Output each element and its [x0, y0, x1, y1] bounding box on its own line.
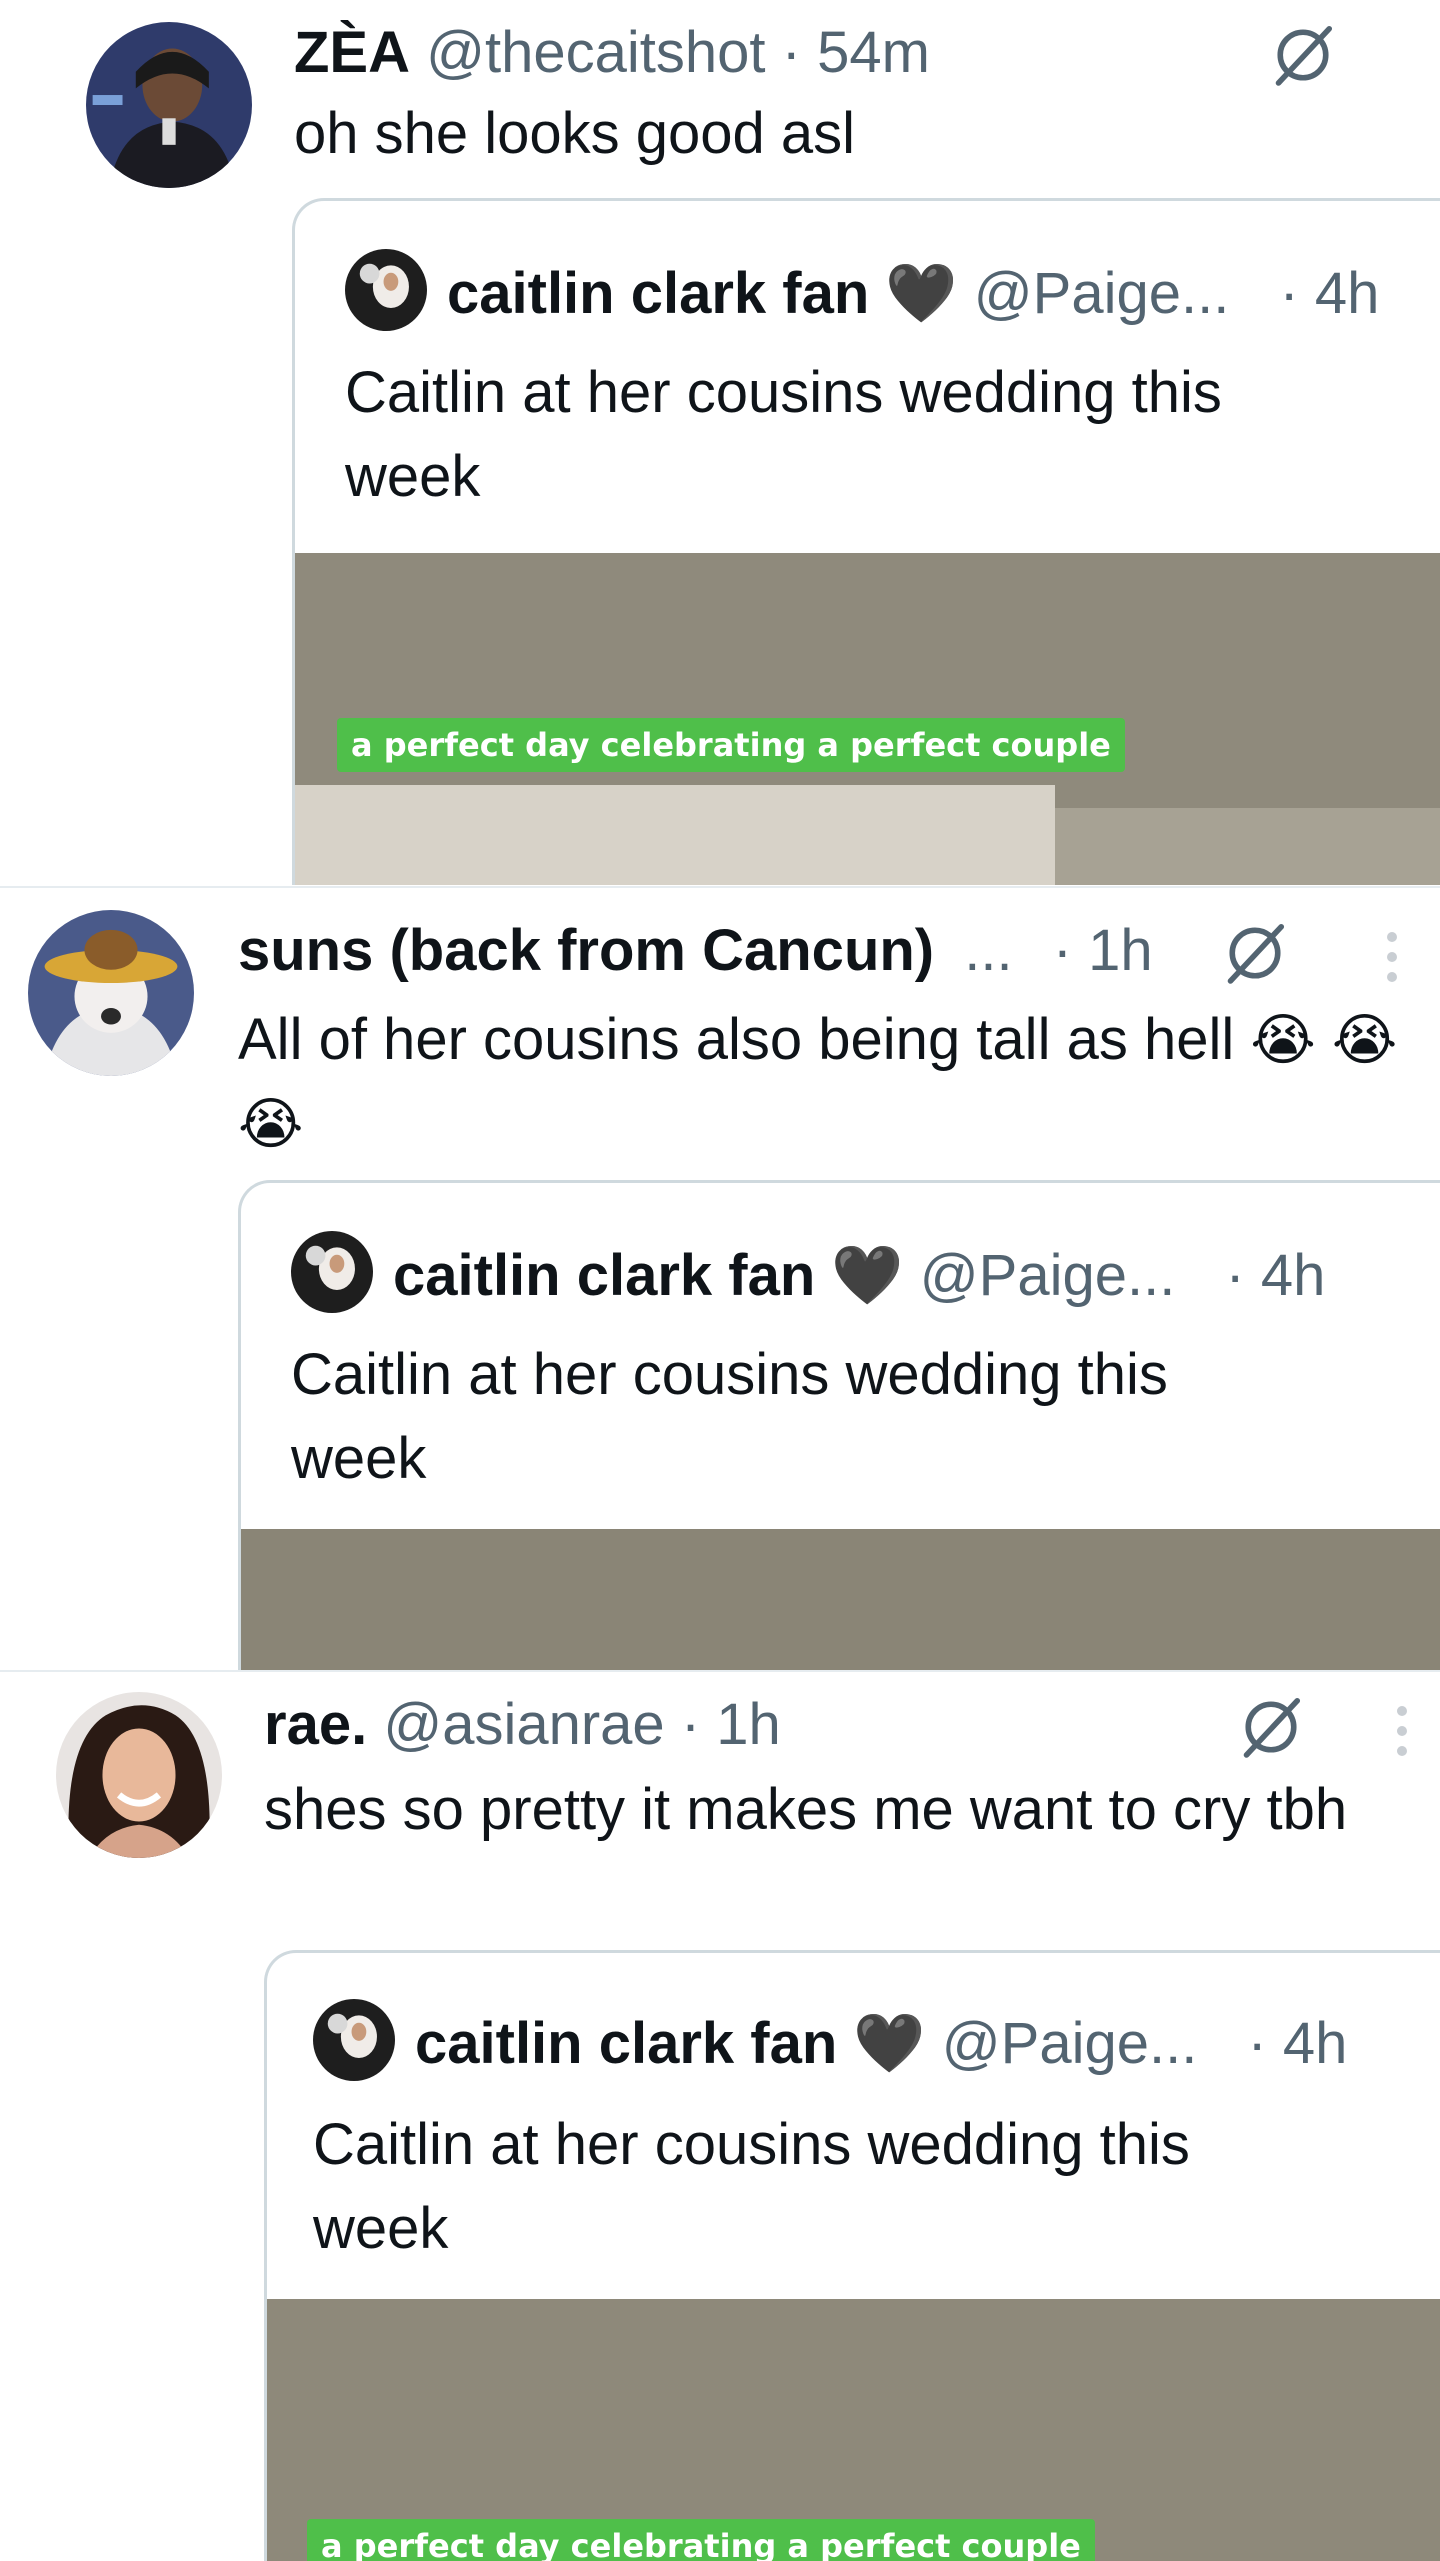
- quoted-avatar[interactable]: [291, 1231, 373, 1313]
- quoted-display-name[interactable]: caitlin clark fan: [415, 2011, 837, 2076]
- quoted-avatar[interactable]: [345, 249, 427, 331]
- crying-emoji: 😭: [238, 1092, 304, 1155]
- post-1[interactable]: ZÈA @thecaitshot · 54m oh she looks good…: [0, 0, 1440, 885]
- avatar[interactable]: [28, 910, 194, 1076]
- post-text: oh she looks good asl: [294, 101, 856, 166]
- separator-dot: ·: [781, 20, 801, 85]
- user-handle[interactable]: @thecaitshot: [426, 20, 765, 85]
- video-caption: a perfect day celebrating a perfect coup…: [337, 718, 1125, 772]
- black-heart-emoji: 🖤: [885, 261, 958, 326]
- post-header: rae. @asianrae · 1h: [264, 1696, 781, 1754]
- grok-icon[interactable]: [1220, 918, 1290, 988]
- avatar[interactable]: [86, 22, 252, 188]
- display-name[interactable]: suns (back from Cancun): [238, 918, 934, 983]
- grok-icon[interactable]: [1268, 20, 1338, 90]
- truncation-ellipsis: ...: [964, 918, 1013, 983]
- avatar[interactable]: [56, 1692, 222, 1858]
- timestamp[interactable]: 54m: [817, 20, 930, 85]
- quoted-handle[interactable]: @Paige...: [942, 2011, 1198, 2076]
- black-heart-emoji: 🖤: [831, 1243, 904, 1308]
- quoted-video-thumbnail[interactable]: a perfect day celebrating a perfect coup…: [267, 2299, 1440, 2561]
- quoted-text: Caitlin at her cousins wedding this week: [345, 360, 1222, 509]
- wall-shadow: [1055, 808, 1440, 885]
- crying-emoji: 😭: [1250, 1008, 1316, 1071]
- quoted-header: caitlin clark fan 🖤 @Paige... · 4h: [415, 2015, 1347, 2073]
- post-text: shes so pretty it makes me want to cry t…: [264, 1777, 1348, 1842]
- quoted-video-thumbnail[interactable]: [241, 1529, 1440, 1670]
- separator-dot: ·: [1052, 918, 1073, 983]
- more-vertical-icon[interactable]: [1392, 1700, 1412, 1770]
- quoted-post[interactable]: caitlin clark fan 🖤 @Paige... · 4h Caitl…: [292, 198, 1440, 885]
- quoted-header: caitlin clark fan 🖤 @Paige... · 4h: [447, 265, 1379, 323]
- crying-emoji: 😭: [1331, 1008, 1398, 1071]
- quoted-avatar[interactable]: [313, 1999, 395, 2081]
- quoted-post[interactable]: caitlin clark fan 🖤 @Paige... · 4h Caitl…: [264, 1950, 1440, 2561]
- quoted-handle[interactable]: @Paige...: [974, 261, 1230, 326]
- post-2[interactable]: suns (back from Cancun) ... · 1h All of …: [0, 888, 1440, 1670]
- quoted-header: caitlin clark fan 🖤 @Paige... · 4h: [393, 1247, 1325, 1305]
- quoted-timestamp[interactable]: · 4h: [1247, 2011, 1347, 2076]
- timestamp[interactable]: 1h: [716, 1692, 781, 1757]
- more-vertical-icon[interactable]: [1382, 926, 1402, 996]
- quoted-timestamp[interactable]: · 4h: [1225, 1243, 1325, 1308]
- quoted-display-name[interactable]: caitlin clark fan: [393, 1243, 815, 1308]
- separator-dot: ·: [680, 1692, 701, 1757]
- quoted-handle[interactable]: @Paige...: [920, 1243, 1176, 1308]
- post-header: ZÈA @thecaitshot · 54m: [294, 24, 930, 82]
- black-heart-emoji: 🖤: [853, 2011, 926, 2076]
- display-name[interactable]: ZÈA: [294, 20, 410, 85]
- wall-panel: [295, 785, 1055, 885]
- timestamp[interactable]: 1h: [1088, 918, 1153, 983]
- display-name[interactable]: rae.: [264, 1692, 367, 1757]
- quoted-text: Caitlin at her cousins wedding this week: [291, 1342, 1168, 1491]
- post-text: All of her cousins also being tall as he…: [238, 998, 1428, 1166]
- post-3[interactable]: rae. @asianrae · 1h shes so pretty it ma…: [0, 1672, 1440, 2561]
- grok-icon[interactable]: [1236, 1692, 1306, 1762]
- video-caption: a perfect day celebrating a perfect coup…: [307, 2519, 1095, 2561]
- quoted-video-thumbnail[interactable]: a perfect day celebrating a perfect coup…: [295, 553, 1440, 885]
- user-handle[interactable]: @asianrae: [383, 1692, 664, 1757]
- quoted-post[interactable]: caitlin clark fan 🖤 @Paige... · 4h Caitl…: [238, 1180, 1440, 1670]
- post-text-content: All of her cousins also being tall as he…: [238, 1007, 1235, 1072]
- post-header: suns (back from Cancun) ... · 1h: [238, 922, 1153, 980]
- quoted-timestamp[interactable]: · 4h: [1279, 261, 1379, 326]
- quoted-display-name[interactable]: caitlin clark fan: [447, 261, 869, 326]
- quoted-text: Caitlin at her cousins wedding this week: [313, 2112, 1190, 2261]
